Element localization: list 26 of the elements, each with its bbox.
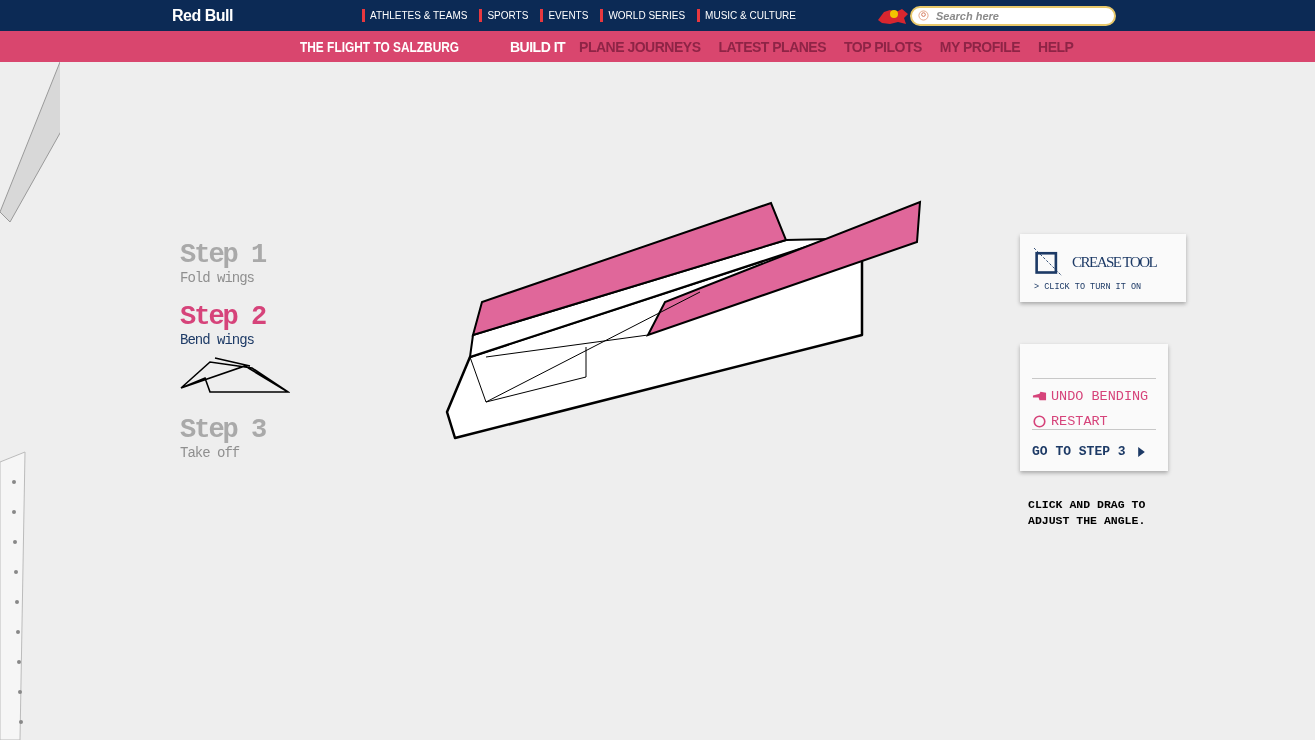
circle-icon [1032, 415, 1047, 428]
nav-link[interactable]: MUSIC & CULTURE [697, 9, 796, 22]
step-subtitle: Bend wings [180, 332, 255, 348]
nav-link[interactable]: WORLD SERIES [600, 9, 686, 22]
step-subtitle: Take off [180, 445, 241, 461]
crease-tool-card[interactable]: CREASE TOOL > CLICK TO TURN IT ON [1020, 234, 1186, 302]
action-button[interactable]: UNDO BENDING [1032, 389, 1156, 404]
nav-tab[interactable]: BUILD IT [510, 38, 566, 55]
site-title[interactable]: THE FLIGHT TO SALZBURG [300, 38, 479, 55]
logo-icon [918, 9, 929, 21]
logo[interactable]: Red Bull [172, 6, 362, 25]
nav-link[interactable]: ATHLETES & TEAMS [362, 9, 468, 22]
action-button[interactable]: RESTART [1032, 414, 1156, 429]
crease-tool-icon [1034, 248, 1062, 276]
next-step-button[interactable]: GO TO STEP 3 [1032, 430, 1156, 463]
play-icon [1137, 446, 1145, 457]
step-subtitle: Fold wings [180, 270, 255, 286]
instruction-text: CLICK AND DRAG TO ADJUST THE ANGLE. [1028, 497, 1147, 529]
nav-link[interactable]: SPORTS [479, 9, 529, 22]
pointing-hand-icon [1032, 390, 1047, 403]
step-title[interactable]: Step 2 [180, 302, 300, 332]
crease-tool-title: CREASE TOOL [1072, 253, 1157, 271]
crease-tool-hint: > CLICK TO TURN IT ON [1034, 282, 1143, 292]
nav-link[interactable]: EVENTS [540, 9, 589, 22]
search-field[interactable]: Search here [910, 5, 1116, 26]
paper-plane-icon [180, 356, 290, 394]
